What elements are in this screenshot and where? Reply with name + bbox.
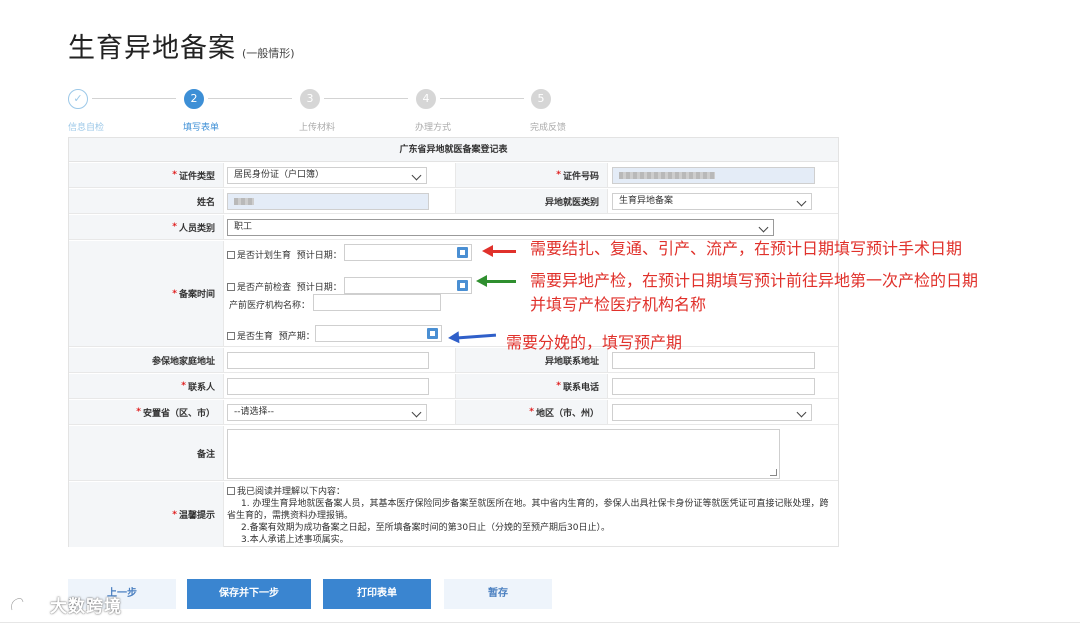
contact-phone-label: * 联系电话 xyxy=(455,374,608,398)
annotation-blue: 需要分娩的，填写预产期 xyxy=(506,333,683,352)
name-field[interactable] xyxy=(227,193,429,210)
chevron-down-icon xyxy=(411,170,422,181)
step-connector xyxy=(92,98,176,99)
notice-label: * 温馨提示 xyxy=(69,482,224,547)
person-type-select[interactable]: 职工 xyxy=(227,219,774,236)
remote-address-input[interactable] xyxy=(612,352,815,369)
checkbox[interactable] xyxy=(227,487,235,495)
bottom-divider xyxy=(0,622,1080,623)
step-1-label: 信息自检 xyxy=(68,123,105,133)
notice-agree-line[interactable]: 我已阅读并理解以下内容： xyxy=(227,486,833,498)
red-arrow-icon xyxy=(482,245,516,257)
notice-line: 1. 办理生育异地就医备案人员，其基本医疗保险同步备案至就医所在地。其中省内生育… xyxy=(241,499,829,509)
watermark-text: 大数跨境 xyxy=(50,597,122,617)
id-number-label: * 证件号码 xyxy=(455,163,608,187)
due-date-input[interactable] xyxy=(315,325,442,342)
save-next-button[interactable]: 保存并下一步 xyxy=(187,579,311,609)
prenatal-org-label: 产前医疗机构名称： xyxy=(229,301,311,311)
step-4-label: 办理方式 xyxy=(415,123,452,133)
prenatal-option[interactable]: 是否产前检查 预计日期： xyxy=(227,280,342,293)
contact-phone-input[interactable] xyxy=(612,378,815,395)
record-time-label: * 备案时间 xyxy=(69,241,224,346)
step-connector xyxy=(208,98,292,99)
form-row-id: * 证件类型 居民身份证（户口簿） * 证件号码 xyxy=(69,163,838,188)
redacted-value xyxy=(234,198,254,205)
chevron-down-icon xyxy=(411,407,422,418)
step-2-label: 填写表单 xyxy=(183,123,220,133)
contact-input[interactable] xyxy=(227,378,429,395)
calendar-icon[interactable] xyxy=(457,247,468,258)
step-4-circle: 4 xyxy=(416,89,436,109)
calendar-icon[interactable] xyxy=(427,328,438,339)
medical-category-select[interactable]: 生育异地备案 xyxy=(612,193,812,210)
watermark-logo-icon xyxy=(10,597,44,611)
step-connector xyxy=(324,98,408,99)
step-3-circle: 3 xyxy=(300,89,320,109)
id-type-label: * 证件类型 xyxy=(69,163,224,187)
step-connector xyxy=(440,98,524,99)
form-row-notice: * 温馨提示 我已阅读并理解以下内容： 1. 办理生育异地就医备案人员，其基本医疗… xyxy=(69,482,838,547)
remarks-label: 备注 xyxy=(69,426,224,480)
notice-line: 省生育的，需携资料办理报销。 xyxy=(227,511,354,521)
save-draft-button[interactable]: 暂存 xyxy=(444,579,552,609)
step-5-circle: 5 xyxy=(531,89,551,109)
planned-birth-date-input[interactable] xyxy=(344,244,472,261)
annotation-green-line1: 需要异地产检，在预计日期填写预计前往异地第一次产检的日期 xyxy=(530,271,979,290)
medical-category-label: 异地就医类别 xyxy=(455,189,608,213)
id-type-select[interactable]: 居民身份证（户口簿） xyxy=(227,167,427,184)
planned-birth-option[interactable]: 是否计划生育 预计日期： xyxy=(227,248,342,261)
home-address-input[interactable] xyxy=(227,352,429,369)
annotation-green-line2: 并填写产检医疗机构名称 xyxy=(530,295,707,314)
checkbox[interactable] xyxy=(227,283,235,291)
settle-province-label: * 安置省（区、市） xyxy=(69,400,224,424)
checkbox[interactable] xyxy=(227,332,235,340)
chevron-down-icon xyxy=(796,196,807,207)
form-title: 广东省异地就医备案登记表 xyxy=(69,138,838,162)
notice-line: 2.备案有效期为成功备案之日起，至所填备案时间的第30日止（分娩的至预产期后30… xyxy=(241,523,610,533)
region-select[interactable] xyxy=(612,404,812,421)
form-row-location: * 安置省（区、市） --请选择-- * 地区（市、州） xyxy=(69,400,838,425)
resize-handle-icon[interactable] xyxy=(770,469,777,476)
chevron-down-icon xyxy=(758,222,769,233)
notice-content: 我已阅读并理解以下内容： 1. 办理生育异地就医备案人员，其基本医疗保险同步备案… xyxy=(227,486,833,546)
form-row-name: 姓名 异地就医类别 生育异地备案 xyxy=(69,189,838,214)
progress-stepper: ✓ 2 3 4 5 信息自检 填写表单 上传材料 办理方式 完成反馈 xyxy=(0,0,1080,140)
form-row-address: 参保地家庭地址 异地联系地址 xyxy=(69,348,838,373)
checkbox[interactable] xyxy=(227,251,235,259)
settle-province-select[interactable]: --请选择-- xyxy=(227,404,427,421)
home-address-label: 参保地家庭地址 xyxy=(69,348,224,372)
region-label: * 地区（市、州） xyxy=(455,400,608,424)
annotation-red: 需要结扎、复通、引产、流产，在预计日期填写预计手术日期 xyxy=(530,239,963,258)
prenatal-org-input[interactable] xyxy=(313,294,441,311)
form-row-remarks: 备注 xyxy=(69,426,838,481)
step-5-label: 完成反馈 xyxy=(530,123,567,133)
form-row-contact: * 联系人 * 联系电话 xyxy=(69,374,838,399)
chevron-down-icon xyxy=(796,407,807,418)
notice-line: 3.本人承诺上述事项属实。 xyxy=(241,535,349,545)
step-3-label: 上传材料 xyxy=(299,123,336,133)
step-1-check-icon: ✓ xyxy=(68,89,88,109)
green-arrow-icon xyxy=(476,275,516,287)
print-form-button[interactable]: 打印表单 xyxy=(323,579,431,609)
prenatal-date-input[interactable] xyxy=(344,277,472,294)
contact-label: * 联系人 xyxy=(69,374,224,398)
person-type-label: * 人员类别 xyxy=(69,215,224,239)
calendar-icon[interactable] xyxy=(457,280,468,291)
id-number-field[interactable] xyxy=(612,167,815,184)
remarks-textarea[interactable] xyxy=(227,429,780,479)
birth-option[interactable]: 是否生育 预产期： xyxy=(227,329,315,342)
name-label: 姓名 xyxy=(69,189,224,213)
redacted-value xyxy=(619,172,715,179)
step-2-circle: 2 xyxy=(184,89,204,109)
